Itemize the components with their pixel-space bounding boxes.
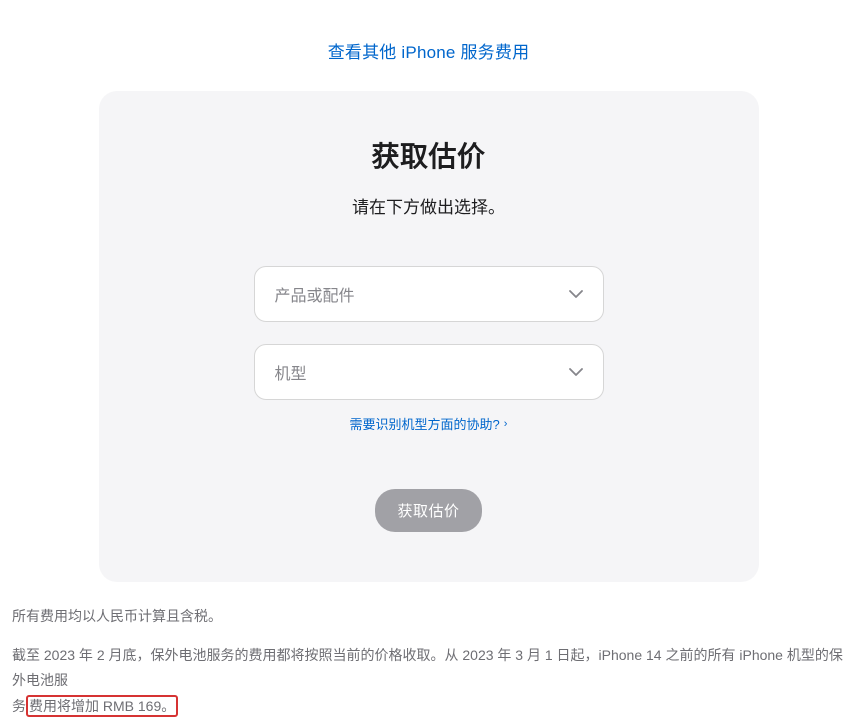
other-services-link[interactable]: 查看其他 iPhone 服务费用 — [328, 43, 530, 62]
footer-text: 所有费用均以人民币计算且含税。 截至 2023 年 2 月底，保外电池服务的费用… — [0, 582, 857, 719]
price-notice: 截至 2023 年 2 月底，保外电池服务的费用都将按照当前的价格收取。从 20… — [12, 643, 845, 719]
submit-row: 获取估价 — [139, 489, 719, 532]
help-link-label: 需要识别机型方面的协助? — [350, 414, 500, 433]
estimate-card: 获取估价 请在下方做出选择。 产品或配件 机型 需要识别机型方面的协助? › 获… — [99, 91, 759, 582]
chevron-down-icon — [569, 368, 583, 376]
tax-note: 所有费用均以人民币计算且含税。 — [12, 604, 845, 629]
select-product[interactable]: 产品或配件 — [254, 266, 604, 322]
select-model-placeholder: 机型 — [275, 360, 307, 384]
select-product-wrapper: 产品或配件 — [254, 266, 604, 322]
notice-text-line1: 截至 2023 年 2 月底，保外电池服务的费用都将按照当前的价格收取。从 20… — [12, 647, 843, 688]
notice-highlight: 费用将增加 RMB 169。 — [26, 695, 178, 717]
chevron-down-icon — [569, 290, 583, 298]
notice-text-prefix: 务 — [12, 698, 26, 714]
card-subtitle: 请在下方做出选择。 — [139, 193, 719, 218]
model-help-link[interactable]: 需要识别机型方面的协助? › — [350, 414, 508, 433]
select-model[interactable]: 机型 — [254, 344, 604, 400]
select-model-wrapper: 机型 — [254, 344, 604, 400]
top-link-section: 查看其他 iPhone 服务费用 — [0, 0, 857, 91]
get-estimate-button[interactable]: 获取估价 — [375, 489, 481, 532]
chevron-right-icon: › — [504, 418, 508, 430]
select-product-placeholder: 产品或配件 — [275, 282, 355, 306]
card-title: 获取估价 — [139, 135, 719, 175]
